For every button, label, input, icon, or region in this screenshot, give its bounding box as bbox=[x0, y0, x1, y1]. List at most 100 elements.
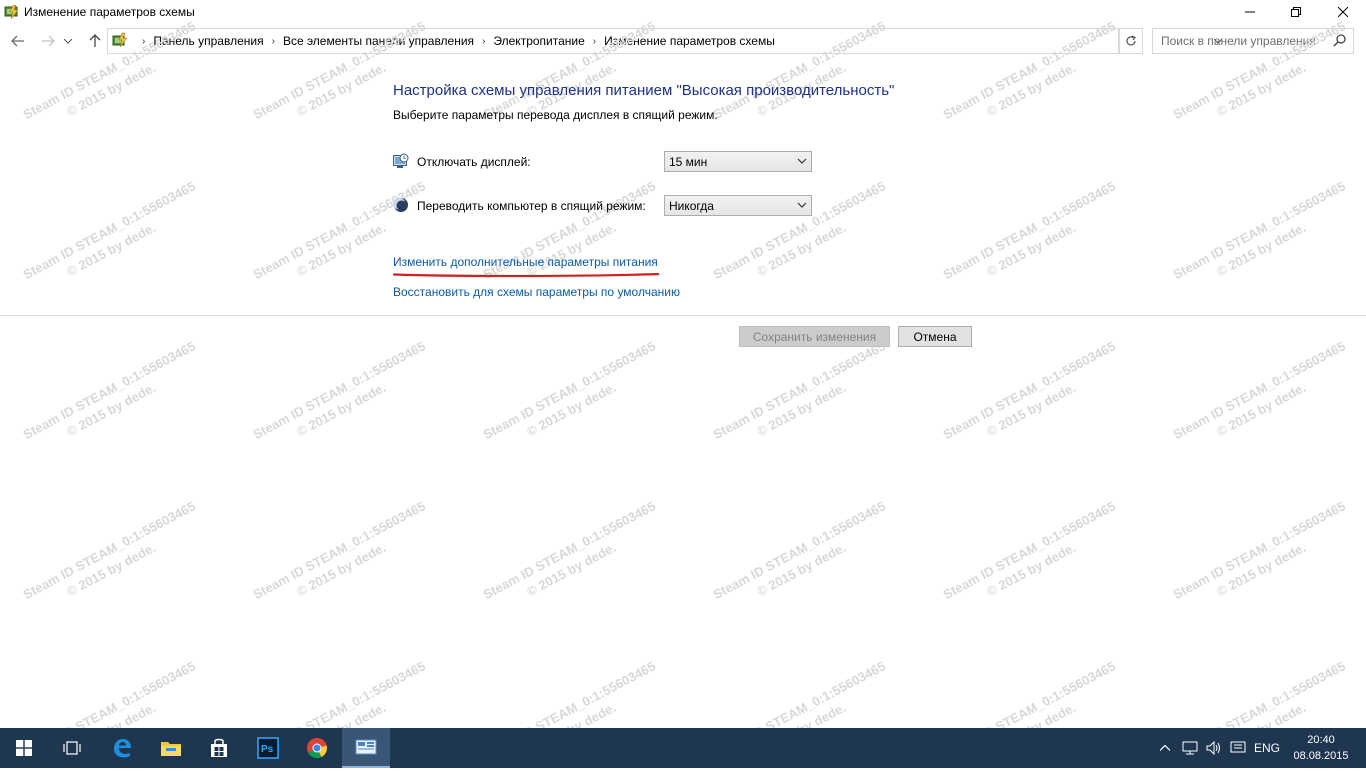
chrome-taskbar-button[interactable] bbox=[293, 728, 341, 768]
restore-defaults-link[interactable]: Восстановить для схемы параметры по умол… bbox=[393, 285, 680, 299]
watermark-line: Steam ID STEAM_0:1:55603465 bbox=[1170, 498, 1348, 603]
watermark-line: Steam ID STEAM_0:1:55603465 bbox=[940, 178, 1118, 283]
page-title: Настройка схемы управления питанием "Выс… bbox=[393, 82, 895, 99]
breadcrumb-control-panel[interactable]: Панель управления bbox=[153, 34, 263, 48]
watermark-text: Steam ID STEAM_0:1:55603465© 2015 by ded… bbox=[1170, 177, 1357, 299]
watermark-line: Steam ID STEAM_0:1:55603465 bbox=[250, 498, 428, 603]
power-options-icon bbox=[4, 5, 19, 19]
watermark-line: Steam ID STEAM_0:1:55603465 bbox=[20, 338, 198, 443]
watermark-text: Steam ID STEAM_0:1:55603465© 2015 by ded… bbox=[20, 337, 207, 459]
refresh-button[interactable] bbox=[1119, 28, 1143, 54]
up-button[interactable] bbox=[85, 32, 105, 50]
sleep-label: Переводить компьютер в спящий режим: bbox=[417, 199, 646, 213]
breadcrumb-all-items[interactable]: Все элементы панели управления bbox=[283, 34, 474, 48]
watermark-line: © 2015 by dede. bbox=[1214, 219, 1309, 280]
minimize-button[interactable] bbox=[1227, 0, 1273, 24]
watermark-line: Steam ID STEAM_0:1:55603465 bbox=[480, 498, 658, 603]
network-icon bbox=[1182, 741, 1198, 755]
watermark-line: Steam ID STEAM_0:1:55603465 bbox=[940, 498, 1118, 603]
watermark-line: © 2015 by dede. bbox=[294, 539, 389, 600]
action-center-button[interactable] bbox=[1228, 728, 1248, 768]
advanced-settings-link[interactable]: Изменить дополнительные параметры питани… bbox=[393, 255, 658, 269]
breadcrumb-separator-icon: › bbox=[592, 35, 597, 47]
watermark-line: Steam ID STEAM_0:1:55603465 bbox=[1170, 178, 1348, 283]
watermark-text: Steam ID STEAM_0:1:55603465© 2015 by ded… bbox=[940, 497, 1127, 619]
sleep-value: Никогда bbox=[669, 199, 714, 213]
watermark-line: Steam ID STEAM_0:1:55603465 bbox=[710, 498, 888, 603]
cancel-button[interactable]: Отмена bbox=[898, 326, 972, 347]
store-taskbar-button[interactable] bbox=[195, 728, 243, 768]
chevron-up-icon bbox=[1160, 745, 1170, 751]
watermark-text: Steam ID STEAM_0:1:55603465© 2015 by ded… bbox=[250, 337, 437, 459]
edge-taskbar-button[interactable] bbox=[98, 728, 146, 768]
display-off-value: 15 мин bbox=[669, 155, 708, 169]
watermark-line: © 2015 by dede. bbox=[754, 539, 849, 600]
control-panel-taskbar-button[interactable] bbox=[342, 728, 390, 768]
watermark-line: Steam ID STEAM_0:1:55603465 bbox=[1170, 338, 1348, 443]
address-bar[interactable]: › Панель управления › Все элементы панел… bbox=[107, 28, 1222, 54]
watermark-line: © 2015 by dede. bbox=[1214, 539, 1309, 600]
forward-button[interactable] bbox=[38, 32, 58, 50]
watermark-line: Steam ID STEAM_0:1:55603465 bbox=[480, 338, 658, 443]
watermark-line: © 2015 by dede. bbox=[524, 539, 619, 600]
back-button[interactable] bbox=[8, 32, 28, 50]
moon-icon bbox=[393, 197, 408, 212]
photoshop-icon: Ps bbox=[257, 737, 279, 759]
svg-text:Ps: Ps bbox=[261, 744, 274, 755]
chrome-icon bbox=[307, 738, 327, 758]
power-options-icon bbox=[112, 32, 128, 48]
watermark-text: Steam ID STEAM_0:1:55603465© 2015 by ded… bbox=[1170, 497, 1357, 619]
breadcrumb-edit-plan[interactable]: Изменение параметров схемы bbox=[604, 34, 775, 48]
watermark-line: © 2015 by dede. bbox=[64, 539, 159, 600]
watermark-text: Steam ID STEAM_0:1:55603465© 2015 by ded… bbox=[250, 497, 437, 619]
watermark-line: © 2015 by dede. bbox=[294, 379, 389, 440]
task-view-icon bbox=[63, 741, 81, 755]
watermark-line: Steam ID STEAM_0:1:55603465 bbox=[20, 178, 198, 283]
watermark-text: Steam ID STEAM_0:1:55603465© 2015 by ded… bbox=[20, 497, 207, 619]
watermark-line: Steam ID STEAM_0:1:55603465 bbox=[710, 178, 888, 283]
network-button[interactable] bbox=[1180, 728, 1200, 768]
watermark-line: © 2015 by dede. bbox=[64, 219, 159, 280]
close-button[interactable] bbox=[1320, 0, 1366, 24]
sleep-select[interactable]: Никогда bbox=[664, 195, 812, 216]
chevron-down-icon bbox=[797, 202, 807, 208]
breadcrumb-separator-icon: › bbox=[142, 35, 146, 47]
display-off-label: Отключать дисплей: bbox=[417, 155, 531, 169]
store-icon bbox=[211, 738, 227, 757]
search-icon bbox=[1333, 34, 1346, 47]
save-changes-button[interactable]: Сохранить изменения bbox=[739, 326, 890, 347]
watermark-line: Steam ID STEAM_0:1:55603465 bbox=[20, 498, 198, 603]
watermark-line: Steam ID STEAM_0:1:55603465 bbox=[940, 338, 1118, 443]
recent-locations-button[interactable] bbox=[62, 32, 74, 50]
watermark-line: © 2015 by dede. bbox=[984, 539, 1079, 600]
edge-icon bbox=[114, 739, 131, 758]
breadcrumb: › Панель управления › Все элементы панел… bbox=[134, 34, 775, 48]
refresh-icon bbox=[1126, 35, 1136, 46]
breadcrumb-separator-icon: › bbox=[271, 35, 275, 47]
watermark-line: © 2015 by dede. bbox=[524, 379, 619, 440]
volume-button[interactable] bbox=[1204, 728, 1224, 768]
input-language-indicator[interactable]: ENG bbox=[1252, 728, 1282, 768]
watermark-line: © 2015 by dede. bbox=[984, 379, 1079, 440]
monitor-clock-icon bbox=[393, 153, 409, 168]
start-button[interactable] bbox=[0, 728, 48, 768]
show-hidden-icons-button[interactable] bbox=[1157, 728, 1173, 768]
file-explorer-icon bbox=[161, 742, 181, 756]
watermark-text: Steam ID STEAM_0:1:55603465© 2015 by ded… bbox=[250, 177, 437, 299]
clock[interactable]: 20:40 08.08.2015 bbox=[1290, 732, 1352, 764]
divider bbox=[0, 315, 1366, 316]
arrow-up-icon bbox=[89, 34, 101, 47]
chevron-down-icon bbox=[64, 38, 72, 44]
display-off-select[interactable]: 15 мин bbox=[664, 151, 812, 172]
watermark-line: © 2015 by dede. bbox=[294, 219, 389, 280]
task-view-button[interactable] bbox=[48, 728, 96, 768]
file-explorer-taskbar-button[interactable] bbox=[147, 728, 195, 768]
taskbar: Ps ENG 20:40 08.08.2015 bbox=[0, 728, 1366, 768]
search-input[interactable]: Поиск в панели управления bbox=[1152, 28, 1354, 54]
breadcrumb-power-options[interactable]: Электропитание bbox=[493, 34, 584, 48]
watermark-line: © 2015 by dede. bbox=[64, 379, 159, 440]
restore-button[interactable] bbox=[1273, 0, 1319, 24]
window-title: Изменение параметров схемы bbox=[24, 5, 195, 19]
watermark-text: Steam ID STEAM_0:1:55603465© 2015 by ded… bbox=[710, 337, 897, 459]
photoshop-taskbar-button[interactable]: Ps bbox=[244, 728, 292, 768]
